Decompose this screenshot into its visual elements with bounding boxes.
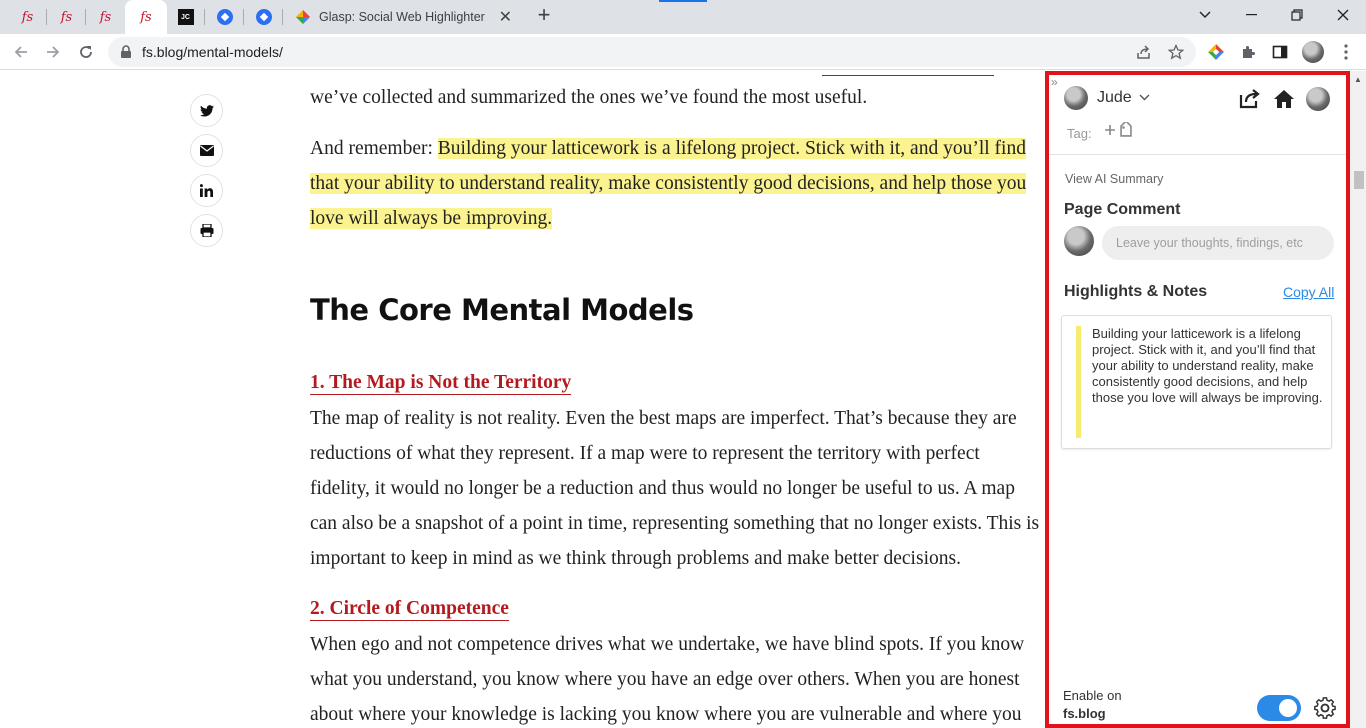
remember-prefix: And remember:	[310, 138, 438, 159]
email-share-button[interactable]	[190, 134, 223, 167]
enable-on-site-label: Enable on fs.blog	[1063, 687, 1122, 723]
view-ai-summary-link[interactable]: View AI Summary	[1065, 172, 1163, 186]
enable-label: Enable on	[1063, 688, 1122, 703]
tab-strip-accent	[659, 0, 707, 2]
page-scrollbar[interactable]: ▲	[1350, 71, 1366, 728]
paragraph-map-territory: The map of reality is not reality. Even …	[310, 408, 1040, 569]
profile-avatar-small[interactable]	[1306, 87, 1330, 111]
new-tab-button[interactable]: +	[533, 4, 555, 27]
twitter-icon	[199, 104, 214, 116]
browser-toolbar: fs.blog/mental-models/	[0, 34, 1366, 70]
tag-label: Tag:	[1067, 126, 1092, 141]
print-button[interactable]	[190, 214, 223, 247]
mental-model-link-1[interactable]: 1. The Map is Not the Territory	[310, 372, 572, 395]
mental-model-link-2[interactable]: 2. Circle of Competence	[310, 598, 509, 621]
enable-site: fs.blog	[1063, 706, 1106, 721]
side-panel-icon[interactable]	[1270, 42, 1290, 62]
menu-kebab-icon[interactable]	[1336, 42, 1356, 62]
reload-button[interactable]	[75, 41, 97, 63]
chevron-down-icon[interactable]	[1139, 90, 1150, 104]
tab-glasp[interactable]: Glasp: Social Web Highlighter ✕	[283, 0, 524, 34]
fs-favicon: fs	[140, 9, 152, 25]
section-heading: The Core Mental Models	[310, 293, 694, 327]
toggle-knob	[1279, 699, 1297, 717]
bookmark-star-icon[interactable]	[1166, 42, 1186, 62]
extensions-puzzle-icon[interactable]	[1238, 42, 1258, 62]
diamond-favicon-icon	[216, 9, 233, 25]
user-name[interactable]: Jude	[1097, 89, 1132, 107]
tab-search-chevron-icon[interactable]	[1182, 0, 1228, 30]
lock-icon[interactable]	[120, 45, 132, 59]
back-button[interactable]	[10, 41, 32, 63]
scroll-up-arrow-icon[interactable]: ▲	[1354, 75, 1362, 84]
tab-title: Glasp: Social Web Highlighter	[319, 10, 485, 24]
tab-fs-2[interactable]: fs	[47, 0, 86, 34]
tab-strip: fs fs fs fs JC Glasp: Social Web Highlig…	[0, 0, 1366, 34]
add-tag-button[interactable]	[1105, 122, 1135, 140]
highlights-notes-title: Highlights & Notes	[1064, 283, 1208, 300]
highlight-card[interactable]: Building your latticework is a lifelong …	[1061, 315, 1332, 449]
jc-favicon: JC	[177, 9, 194, 25]
linkedin-share-button[interactable]	[190, 174, 223, 207]
close-window-button[interactable]	[1320, 0, 1366, 30]
glasp-favicon-icon	[296, 10, 310, 24]
clipped-link-underline	[822, 75, 994, 76]
forward-button[interactable]	[42, 41, 64, 63]
glasp-sidebar: » Jude Tag: View AI Summary Page Comment…	[1045, 71, 1350, 728]
glasp-extension-icon[interactable]	[1206, 42, 1226, 62]
linkedin-icon	[200, 184, 213, 197]
page-comment-input[interactable]	[1102, 226, 1334, 260]
web-page: we’ve collected and summarized the ones …	[0, 71, 1045, 728]
paragraph-circle-competence: When ego and not competence drives what …	[310, 634, 1025, 725]
fs-favicon: fs	[21, 9, 34, 25]
scrollbar-thumb[interactable]	[1354, 171, 1364, 189]
share-page-icon[interactable]	[1134, 42, 1154, 62]
tab-fs-3[interactable]: fs	[86, 0, 125, 34]
enable-toggle[interactable]	[1257, 695, 1301, 721]
tab-jc[interactable]: JC	[166, 0, 205, 34]
fs-favicon: fs	[60, 9, 73, 25]
restore-button[interactable]	[1274, 0, 1320, 30]
copy-all-link[interactable]: Copy All	[1283, 284, 1334, 300]
add-tag-icon	[1105, 122, 1132, 137]
tab-fs-active[interactable]: fs	[125, 0, 167, 34]
envelope-icon	[199, 145, 214, 156]
settings-gear-icon[interactable]	[1313, 696, 1337, 720]
profile-avatar[interactable]	[1302, 41, 1324, 63]
user-avatar[interactable]	[1064, 86, 1088, 110]
fs-favicon: fs	[99, 9, 112, 25]
twitter-share-button[interactable]	[190, 94, 223, 127]
page-comment-title: Page Comment	[1064, 201, 1181, 218]
sidebar-header: Jude Tag:	[1049, 75, 1346, 155]
paragraph-remember: And remember: Building your latticework …	[310, 131, 1040, 236]
highlight-color-bar	[1076, 326, 1081, 438]
diamond-favicon-icon	[255, 9, 272, 25]
commenter-avatar	[1064, 226, 1094, 256]
tab-close-icon[interactable]: ✕	[499, 7, 512, 27]
tab-diamond-1[interactable]	[205, 0, 244, 34]
url-text[interactable]: fs.blog/mental-models/	[142, 44, 283, 60]
tab-diamond-2[interactable]	[244, 0, 283, 34]
minimize-button[interactable]	[1228, 0, 1274, 30]
share-export-icon[interactable]	[1238, 87, 1262, 111]
address-bar[interactable]: fs.blog/mental-models/	[108, 37, 1196, 67]
home-icon[interactable]	[1272, 87, 1296, 111]
paragraph-intro-end: we’ve collected and summarized the ones …	[310, 87, 868, 108]
printer-icon	[200, 224, 213, 237]
tab-fs-1[interactable]: fs	[8, 0, 47, 34]
highlight-text[interactable]: Building your latticework is a lifelong …	[1092, 326, 1324, 406]
